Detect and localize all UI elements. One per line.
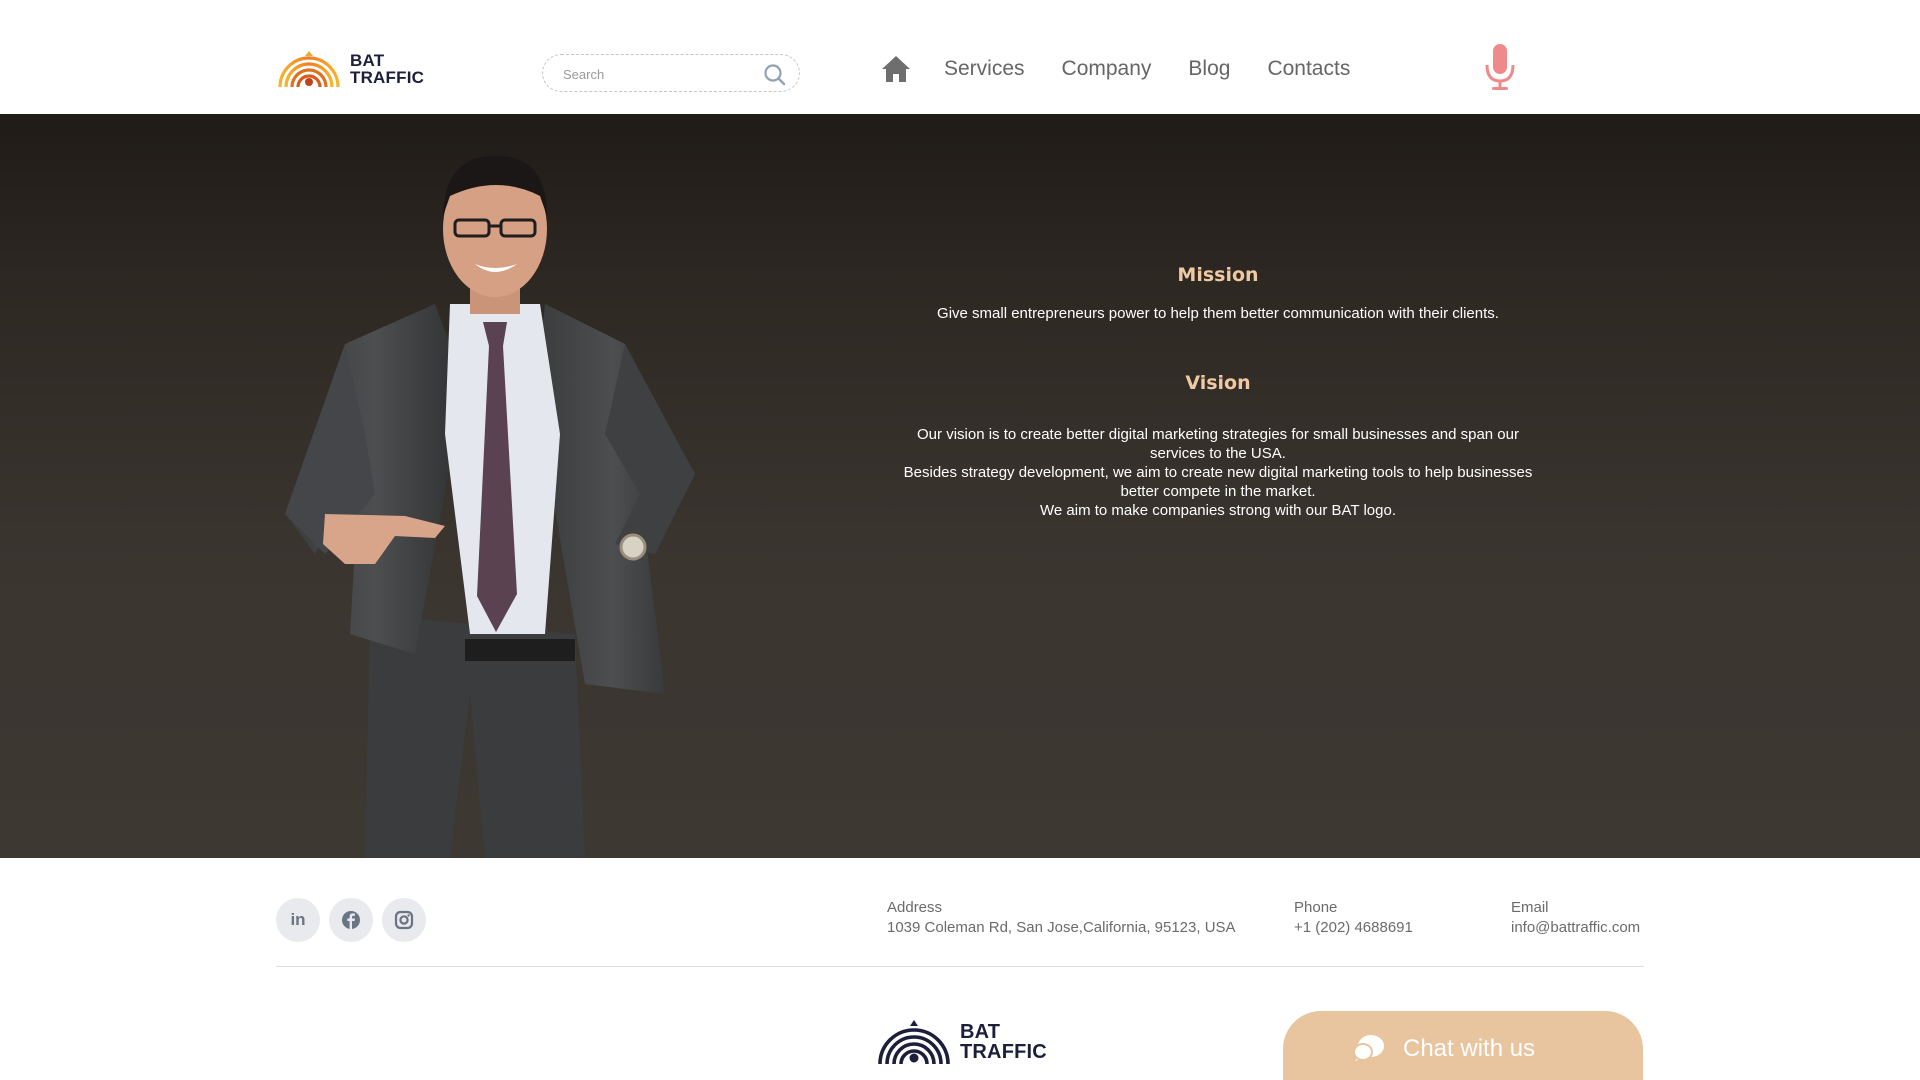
nav-company[interactable]: Company (1062, 57, 1152, 81)
facebook-link[interactable] (329, 898, 373, 942)
social-links: in (276, 898, 426, 942)
contact-phone: Phone +1 (202) 4688691 (1294, 898, 1413, 938)
chat-with-us-button[interactable]: Chat with us (1283, 1011, 1643, 1080)
footer-divider (276, 966, 1644, 967)
nav-contacts[interactable]: Contacts (1267, 57, 1350, 81)
brand-logo[interactable]: BAT TRAFFIC (276, 47, 424, 91)
team-member-photo (285, 155, 695, 858)
contact-email: Email info@battraffic.com (1511, 898, 1640, 938)
email-label: Email (1511, 899, 1549, 916)
home-link[interactable] (880, 53, 912, 85)
site-header: BAT TRAFFIC Services Company Blog Contac… (0, 0, 1920, 114)
address-label: Address (887, 899, 943, 916)
footer-brand-logo[interactable]: BAT TRAFFIC (876, 1016, 1047, 1068)
linkedin-link[interactable]: in (276, 898, 320, 942)
address-value: 1039 Coleman Rd, San Jose,California, 95… (887, 919, 1236, 936)
vision-line: Our vision is to create better digital m… (917, 426, 1519, 462)
vision-text: Our vision is to create better digital m… (898, 425, 1538, 520)
microphone-icon[interactable] (1484, 43, 1516, 93)
phone-label: Phone (1294, 899, 1338, 916)
bat-logo-icon (278, 51, 340, 88)
email-value[interactable]: info@battraffic.com (1511, 918, 1640, 938)
instagram-link[interactable] (382, 898, 426, 942)
home-icon (882, 56, 910, 82)
brand-line-1: BAT (350, 51, 385, 70)
phone-value[interactable]: +1 (202) 4688691 (1294, 918, 1413, 938)
mission-vision-section: Mission Give small entrepreneurs power t… (0, 114, 1920, 858)
contact-address: Address 1039 Coleman Rd, San Jose,Califo… (887, 898, 1236, 938)
vision-line: We aim to make companies strong with our… (1040, 502, 1396, 519)
brand-line-2: TRAFFIC (960, 1041, 1047, 1063)
nav-blog[interactable]: Blog (1188, 57, 1230, 81)
site-footer: in Address 1039 Coleman Rd, San Jose,Cal… (0, 858, 1920, 1080)
brand-line-2: TRAFFIC (350, 68, 425, 87)
search-icon[interactable] (763, 63, 787, 87)
brand-line-1: BAT (960, 1021, 1001, 1043)
chat-bubble-icon (1353, 1034, 1384, 1061)
vision-line: Besides strategy development, we aim to … (903, 464, 1533, 500)
linkedin-icon: in (290, 910, 306, 929)
facebook-icon (342, 911, 360, 929)
instagram-icon (394, 910, 414, 930)
mission-text: Give small entrepreneurs power to help t… (937, 305, 1499, 322)
vision-heading: Vision (1185, 372, 1251, 394)
nav-services[interactable]: Services (944, 57, 1025, 81)
mission-heading: Mission (1177, 264, 1259, 286)
search-input[interactable] (563, 64, 753, 84)
chat-label: Chat with us (1403, 1034, 1536, 1062)
search-box (542, 54, 800, 92)
bat-logo-icon (878, 1020, 950, 1065)
main-nav: Services Company Blog Contacts (880, 50, 1387, 88)
